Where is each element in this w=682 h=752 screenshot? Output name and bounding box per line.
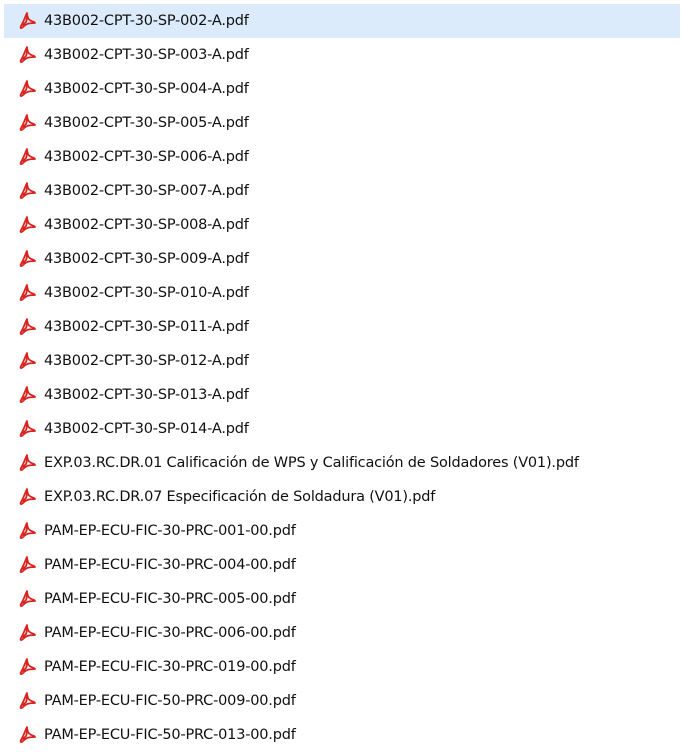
file-row[interactable]: PAM-EP-ECU-FIC-30-PRC-006-00.pdf <box>4 616 682 650</box>
pdf-file-icon <box>19 284 36 301</box>
pdf-file-icon <box>19 658 36 675</box>
pdf-file-icon <box>19 488 36 505</box>
pdf-file-icon <box>19 556 36 573</box>
file-row[interactable]: 43B002-CPT-30-SP-011-A.pdf <box>4 310 682 344</box>
file-name: 43B002-CPT-30-SP-010-A.pdf <box>44 285 249 301</box>
file-name: 43B002-CPT-30-SP-003-A.pdf <box>44 47 249 63</box>
file-row[interactable]: 43B002-CPT-30-SP-012-A.pdf <box>4 344 682 378</box>
file-row[interactable]: 43B002-CPT-30-SP-006-A.pdf <box>4 140 682 174</box>
file-name: 43B002-CPT-30-SP-014-A.pdf <box>44 421 249 437</box>
file-name: PAM-EP-ECU-FIC-30-PRC-005-00.pdf <box>44 591 296 607</box>
file-name: PAM-EP-ECU-FIC-50-PRC-013-00.pdf <box>44 727 296 743</box>
file-row[interactable]: PAM-EP-ECU-FIC-30-PRC-005-00.pdf <box>4 582 682 616</box>
pdf-file-icon <box>19 352 36 369</box>
file-name: PAM-EP-ECU-FIC-30-PRC-006-00.pdf <box>44 625 296 641</box>
file-name: 43B002-CPT-30-SP-009-A.pdf <box>44 251 249 267</box>
pdf-file-icon <box>19 216 36 233</box>
file-row[interactable]: 43B002-CPT-30-SP-005-A.pdf <box>4 106 682 140</box>
file-row[interactable]: 43B002-CPT-30-SP-004-A.pdf <box>4 72 682 106</box>
file-name: 43B002-CPT-30-SP-006-A.pdf <box>44 149 249 165</box>
file-name: 43B002-CPT-30-SP-004-A.pdf <box>44 81 249 97</box>
file-row[interactable]: 43B002-CPT-30-SP-002-A.pdf <box>4 4 680 38</box>
file-row[interactable]: 43B002-CPT-30-SP-009-A.pdf <box>4 242 682 276</box>
file-row[interactable]: PAM-EP-ECU-FIC-50-PRC-009-00.pdf <box>4 684 682 718</box>
file-row[interactable]: 43B002-CPT-30-SP-014-A.pdf <box>4 412 682 446</box>
file-name: 43B002-CPT-30-SP-011-A.pdf <box>44 319 249 335</box>
pdf-file-icon <box>19 148 36 165</box>
file-row[interactable]: 43B002-CPT-30-SP-007-A.pdf <box>4 174 682 208</box>
file-name: PAM-EP-ECU-FIC-30-PRC-001-00.pdf <box>44 523 296 539</box>
file-row[interactable]: PAM-EP-ECU-FIC-30-PRC-001-00.pdf <box>4 514 682 548</box>
pdf-file-icon <box>19 182 36 199</box>
pdf-file-icon <box>19 420 36 437</box>
file-name: PAM-EP-ECU-FIC-30-PRC-019-00.pdf <box>44 659 296 675</box>
pdf-file-icon <box>19 114 36 131</box>
file-row[interactable]: 43B002-CPT-30-SP-003-A.pdf <box>4 38 682 72</box>
pdf-file-icon <box>19 250 36 267</box>
pdf-file-icon <box>19 590 36 607</box>
pdf-file-icon <box>19 46 36 63</box>
file-row[interactable]: 43B002-CPT-30-SP-008-A.pdf <box>4 208 682 242</box>
file-name: EXP.03.RC.DR.07 Especificación de Soldad… <box>44 489 436 505</box>
file-row[interactable]: 43B002-CPT-30-SP-010-A.pdf <box>4 276 682 310</box>
pdf-file-icon <box>19 454 36 471</box>
file-row[interactable]: EXP.03.RC.DR.07 Especificación de Soldad… <box>4 480 682 514</box>
file-name: 43B002-CPT-30-SP-012-A.pdf <box>44 353 249 369</box>
file-list: 43B002-CPT-30-SP-002-A.pdf 43B002-CPT-30… <box>4 4 682 752</box>
pdf-file-icon <box>19 386 36 403</box>
pdf-file-icon <box>19 624 36 641</box>
file-name: 43B002-CPT-30-SP-002-A.pdf <box>44 13 249 29</box>
file-name: 43B002-CPT-30-SP-008-A.pdf <box>44 217 249 233</box>
file-row[interactable]: PAM-EP-ECU-FIC-30-PRC-019-00.pdf <box>4 650 682 684</box>
file-name: PAM-EP-ECU-FIC-30-PRC-004-00.pdf <box>44 557 296 573</box>
file-name: 43B002-CPT-30-SP-005-A.pdf <box>44 115 249 131</box>
file-row[interactable]: PAM-EP-ECU-FIC-50-PRC-013-00.pdf <box>4 718 682 752</box>
file-name: 43B002-CPT-30-SP-013-A.pdf <box>44 387 249 403</box>
file-row[interactable]: 43B002-CPT-30-SP-013-A.pdf <box>4 378 682 412</box>
pdf-file-icon <box>19 318 36 335</box>
pdf-file-icon <box>19 692 36 709</box>
pdf-file-icon <box>19 80 36 97</box>
file-name: PAM-EP-ECU-FIC-50-PRC-009-00.pdf <box>44 693 296 709</box>
file-row[interactable]: EXP.03.RC.DR.01 Calificación de WPS y Ca… <box>4 446 682 480</box>
pdf-file-icon <box>19 522 36 539</box>
pdf-file-icon <box>19 726 36 743</box>
pdf-file-icon <box>19 12 36 29</box>
file-row[interactable]: PAM-EP-ECU-FIC-30-PRC-004-00.pdf <box>4 548 682 582</box>
file-name: EXP.03.RC.DR.01 Calificación de WPS y Ca… <box>44 455 579 471</box>
file-name: 43B002-CPT-30-SP-007-A.pdf <box>44 183 249 199</box>
